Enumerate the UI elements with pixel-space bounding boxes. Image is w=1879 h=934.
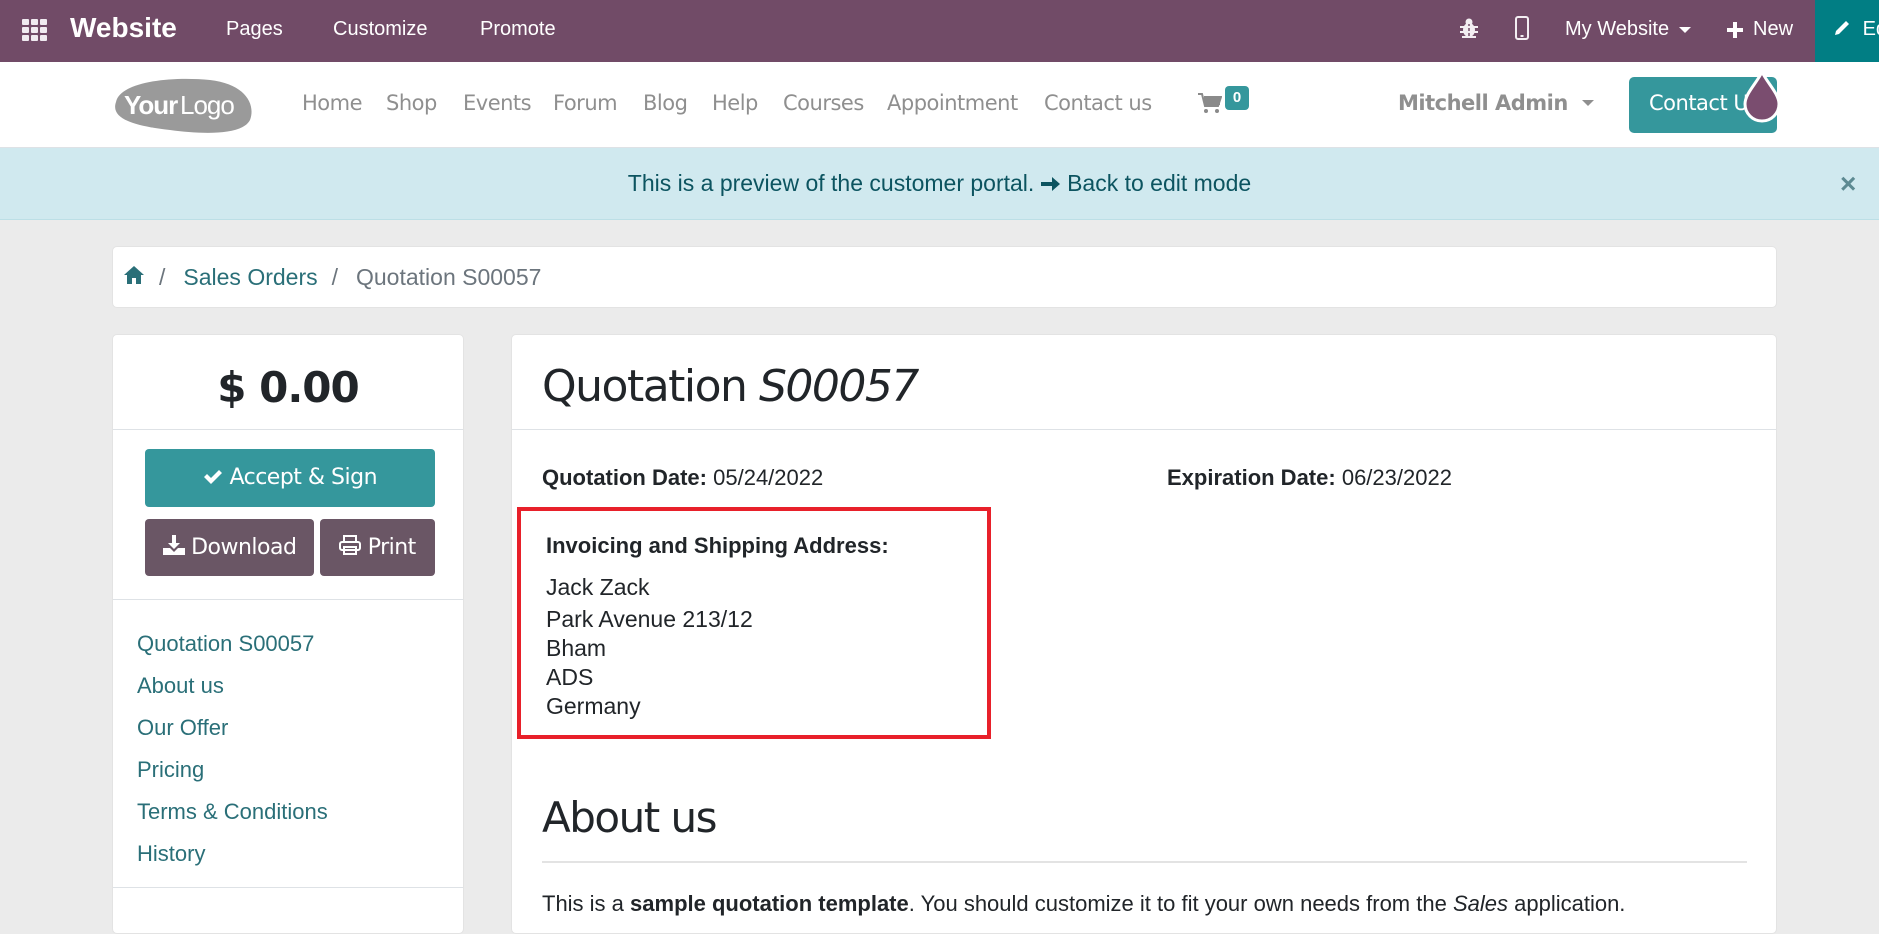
breadcrumb: / Sales Orders / Quotation S00057 [112, 246, 1777, 308]
nav-blog[interactable]: Blog [643, 91, 688, 115]
toc-history[interactable]: History [137, 833, 328, 875]
quotation-date-label: Quotation Date: [542, 465, 707, 490]
print-label: Print [367, 535, 417, 560]
address-highlight-box: Invoicing and Shipping Address: Jack Zac… [517, 507, 991, 739]
table-of-contents: Quotation S00057 About us Our Offer Pric… [137, 623, 328, 875]
address-name: Jack Zack [546, 574, 650, 600]
nav-appointment[interactable]: Appointment [887, 91, 1018, 115]
quotation-date: Quotation Date: 05/24/2022 [542, 465, 823, 491]
quotation-date-value: 05/24/2022 [713, 465, 824, 490]
cart-icon[interactable] [1198, 92, 1223, 119]
back-to-edit-label: Back to edit mode [1067, 170, 1252, 196]
expiration-date: Expiration Date: 06/23/2022 [1167, 465, 1452, 491]
breadcrumb-separator: / [159, 263, 166, 290]
my-website-dropdown[interactable]: My Website [1565, 18, 1692, 41]
edit-label: Edit [1862, 18, 1879, 40]
toc-about-us[interactable]: About us [137, 665, 328, 707]
breadcrumb-separator: / [331, 263, 338, 290]
toc-terms[interactable]: Terms & Conditions [137, 791, 328, 833]
address-state: ADS [546, 664, 594, 690]
address-title: Invoicing and Shipping Address: [546, 533, 889, 558]
chevron-down-icon [1581, 100, 1594, 106]
toc-our-offer[interactable]: Our Offer [137, 707, 328, 749]
address-street: Park Avenue 213/12 [546, 606, 753, 632]
quotation-main: Quotation S00057 Quotation Date: 05/24/2… [511, 334, 1777, 934]
address-block: Jack Zack Park Avenue 213/12 Bham ADS Ge… [546, 573, 753, 721]
back-to-edit-link[interactable]: Back to edit mode [1040, 170, 1252, 196]
print-icon [339, 535, 362, 555]
alert-text: This is a preview of the customer portal… [627, 170, 1035, 196]
title-prefix: Quotation [542, 361, 748, 412]
accept-sign-button[interactable]: Accept & Sign [145, 449, 435, 507]
preview-alert: This is a preview of the customer portal… [0, 148, 1879, 220]
nav-contact-us[interactable]: Contact us [1044, 91, 1152, 115]
menu-pages[interactable]: Pages [226, 18, 283, 41]
new-label: New [1753, 18, 1794, 40]
breadcrumb-sales-orders[interactable]: Sales Orders [183, 264, 317, 291]
toc-quotation[interactable]: Quotation S00057 [137, 623, 328, 665]
nav-home[interactable]: Home [302, 91, 363, 115]
total-amount: $ 0.00 [217, 363, 359, 412]
address-country: Germany [546, 693, 641, 719]
expiration-date-label: Expiration Date: [1167, 465, 1336, 490]
nav-courses[interactable]: Courses [783, 91, 864, 115]
nav-shop[interactable]: Shop [386, 91, 437, 115]
about-text-part: application. [1508, 891, 1626, 916]
about-text-part: . You should customize it to fit your ow… [908, 891, 1453, 916]
divider [113, 887, 463, 888]
address-city: Bham [546, 635, 607, 661]
mobile-preview-icon[interactable] [1515, 16, 1529, 40]
top-bar: Website Pages Customize Promote My Websi… [0, 0, 1879, 62]
debug-bug-icon[interactable] [1459, 17, 1479, 39]
accept-sign-label: Accept & Sign [229, 465, 378, 490]
about-text-bold: sample quotation template [630, 891, 909, 916]
app-brand[interactable]: Website [70, 12, 177, 44]
svg-text:Logo: Logo [180, 90, 234, 120]
svg-text:Your: Your [124, 90, 178, 120]
divider [113, 429, 463, 430]
my-website-label: My Website [1565, 18, 1670, 40]
site-logo[interactable]: Your Logo [110, 74, 256, 136]
about-text-italic: Sales [1452, 891, 1508, 916]
divider [512, 429, 1776, 430]
site-header: Your Logo Home Shop Events Forum Blog He… [0, 62, 1879, 148]
about-us-text: This is a sample quotation template. You… [542, 891, 1625, 917]
chevron-down-icon [1679, 26, 1692, 33]
print-button[interactable]: Print [320, 519, 435, 576]
menu-customize[interactable]: Customize [333, 18, 427, 41]
plus-icon [1727, 21, 1743, 38]
download-label: Download [191, 535, 297, 560]
about-us-heading: About us [542, 793, 718, 842]
page-title: Quotation S00057 [542, 361, 919, 412]
user-name: Mitchell Admin [1398, 91, 1568, 115]
title-reference: S00057 [758, 361, 919, 412]
nav-help[interactable]: Help [712, 91, 758, 115]
user-menu-dropdown[interactable]: Mitchell Admin [1398, 91, 1594, 115]
about-text-part: This is a [542, 891, 631, 916]
nav-forum[interactable]: Forum [553, 91, 618, 115]
menu-promote[interactable]: Promote [480, 18, 556, 41]
download-button[interactable]: Download [145, 519, 314, 576]
divider [113, 599, 463, 600]
droplet-icon [1742, 68, 1782, 124]
edit-button[interactable]: Edit [1815, 0, 1879, 62]
cart-count-badge: 0 [1225, 86, 1249, 110]
quotation-sidebar: $ 0.00 Accept & Sign Download Print Quot… [112, 334, 464, 934]
home-icon[interactable] [123, 264, 145, 291]
pencil-icon [1835, 21, 1849, 35]
expiration-date-value: 06/23/2022 [1341, 465, 1452, 490]
nav-events[interactable]: Events [463, 91, 532, 115]
new-button[interactable]: New [1727, 18, 1793, 41]
breadcrumb-current: Quotation S00057 [356, 263, 542, 290]
toc-pricing[interactable]: Pricing [137, 749, 328, 791]
divider [542, 861, 1747, 863]
close-icon[interactable]: × [1840, 168, 1856, 200]
check-icon [203, 470, 222, 484]
download-icon [162, 535, 185, 555]
apps-menu-icon[interactable] [20, 16, 48, 44]
arrow-right-icon [1040, 177, 1060, 191]
